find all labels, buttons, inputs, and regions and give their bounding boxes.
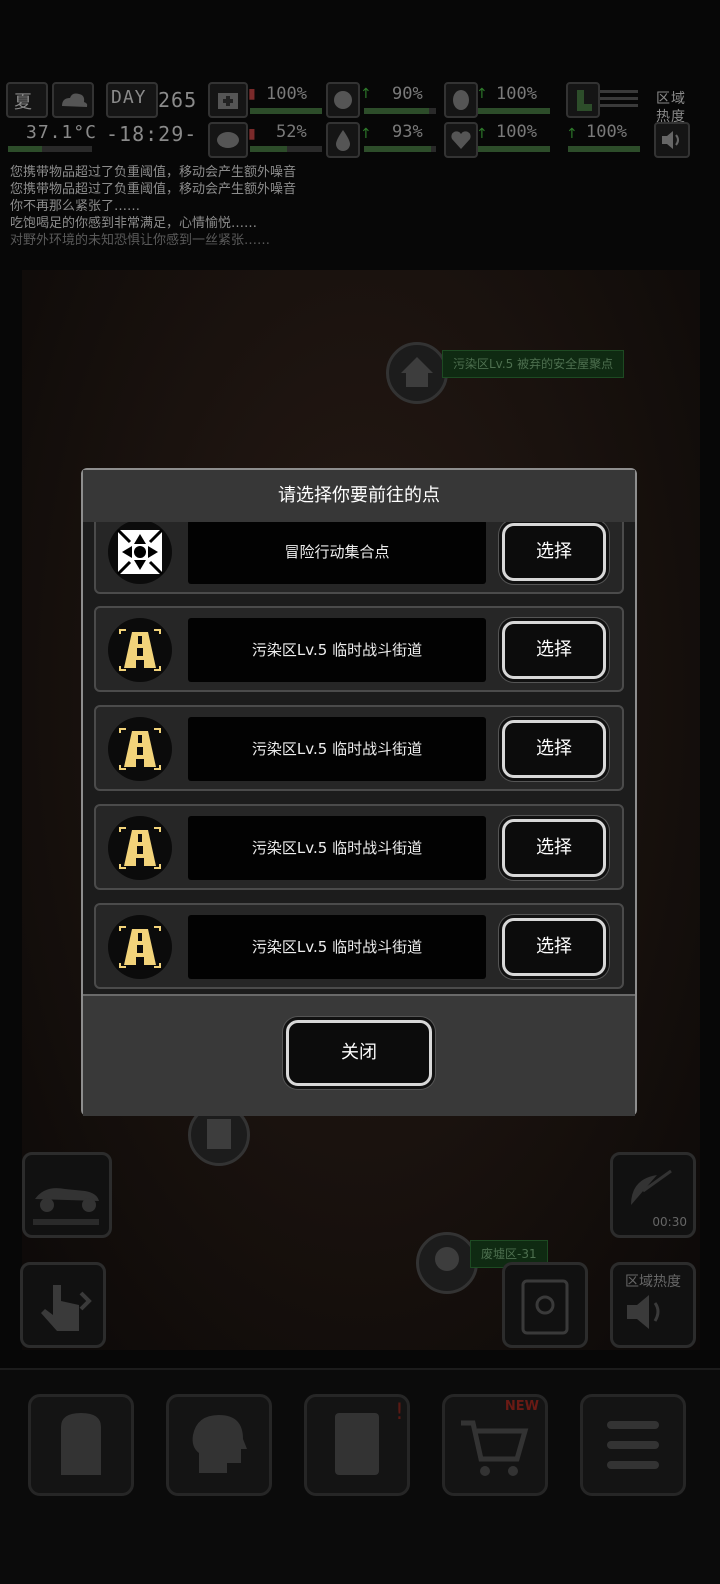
trend-up-icon: ↑ (476, 126, 488, 142)
new-badge: NEW (504, 1399, 539, 1414)
brain-icon (208, 122, 248, 158)
radar-button[interactable]: 00:30 (610, 1152, 696, 1238)
stamina-percent: 100% (586, 122, 627, 142)
region-heat-button-label: 区域热度 (625, 1274, 681, 1290)
destination-list[interactable]: 冒险行动集合点 选择 污染区Lv.5 临时战斗街道 选择 污染区Lv.5 临时战… (83, 522, 635, 994)
log-line: 对野外环境的未知恐惧让你感到一丝紧张…… (10, 233, 271, 248)
destination-name: 冒险行动集合点 (188, 522, 486, 584)
safehouse-pin-label: 污染区Lv.5 被弃的安全屋聚点 (442, 350, 625, 378)
health-bar (250, 108, 322, 114)
season-badge: 夏 (6, 82, 48, 118)
select-button[interactable]: 选择 (502, 819, 606, 877)
trend-down-icon: ▮ (248, 86, 256, 102)
mood-bar (478, 108, 550, 114)
destination-name: 污染区Lv.5 临时战斗街道 (188, 618, 486, 682)
status-hud: 夏 DAY 265 37.1°C -18:29- ▮ 100% ↑ 90% ↑ … (0, 80, 720, 158)
hunger-percent: 90% (392, 84, 423, 104)
log-line: 您携带物品超过了负重阈值，移动会产生额外噪音 (10, 182, 297, 197)
speaker-icon[interactable] (654, 122, 690, 158)
temperature-readout: 37.1°C (26, 122, 98, 143)
trend-up-icon: ↑ (566, 126, 578, 142)
trend-up-icon: ↑ (360, 86, 372, 102)
tap-action-button[interactable] (20, 1262, 106, 1348)
stomach-icon (326, 82, 360, 118)
trend-up-icon: ↑ (476, 86, 488, 102)
menu-button[interactable] (580, 1394, 686, 1496)
bottom-navigation: ! NEW (0, 1368, 720, 1584)
road-icon (108, 618, 172, 682)
destination-row: 污染区Lv.5 临时战斗街道 选择 (94, 705, 624, 791)
mood-icon (444, 82, 478, 118)
boot-icon (566, 82, 600, 118)
mood-percent: 100% (496, 84, 537, 104)
journal-button[interactable]: ! (304, 1394, 410, 1496)
clock-readout: -18:29- (106, 122, 198, 146)
day-label: DAY (111, 87, 147, 108)
destination-name: 污染区Lv.5 临时战斗街道 (188, 915, 486, 979)
sanity-percent: 52% (276, 122, 307, 142)
road-icon (108, 717, 172, 781)
vehicle-button[interactable] (22, 1152, 112, 1238)
trend-down-icon: ▮ (248, 126, 256, 142)
skills-brain-button[interactable] (166, 1394, 272, 1496)
log-line: 您携带物品超过了负重阈值，移动会产生额外噪音 (10, 165, 297, 180)
destination-row: 污染区Lv.5 临时战斗街道 选择 (94, 606, 624, 692)
map-locate-button[interactable] (502, 1262, 588, 1348)
destination-name: 污染区Lv.5 临时战斗街道 (188, 717, 486, 781)
heart-icon (444, 122, 478, 158)
trend-up-icon: ↑ (360, 126, 372, 142)
thirst-bar (364, 146, 436, 152)
dialog-footer: 关闭 (83, 994, 635, 1116)
select-button[interactable]: 选择 (502, 720, 606, 778)
thirst-percent: 93% (392, 122, 423, 142)
player-map-pin[interactable] (416, 1232, 478, 1294)
select-button[interactable]: 选择 (502, 918, 606, 976)
radar-timer: 00:30 (652, 1215, 687, 1229)
destination-row: 污染区Lv.5 临时战斗街道 选择 (94, 903, 624, 989)
temperature-bar (8, 146, 92, 152)
destination-name: 污染区Lv.5 临时战斗街道 (188, 816, 486, 880)
season-text: 夏 (14, 92, 33, 113)
region-heat-label: 区域热度 (656, 91, 686, 125)
safehouse-map-pin[interactable] (386, 342, 448, 404)
hunger-bar (364, 108, 436, 114)
vitality-percent: 100% (496, 122, 537, 142)
water-drop-icon (326, 122, 360, 158)
select-button[interactable]: 选择 (502, 621, 606, 679)
destination-select-dialog: 请选择你要前往的点 冒险行动集合点 选择 污染区Lv.5 临时战斗街道 选择 污… (81, 468, 637, 1116)
health-kit-icon (208, 82, 248, 118)
destination-row: 冒险行动集合点 选择 (94, 522, 624, 594)
message-log: 您携带物品超过了负重阈值，移动会产生额外噪音 您携带物品超过了负重阈值，移动会产… (10, 164, 296, 249)
region-heat-button[interactable]: 区域热度 (610, 1262, 696, 1348)
rally-point-icon (108, 522, 172, 584)
select-button[interactable]: 选择 (502, 523, 606, 581)
svg-text:!: ! (395, 1400, 404, 1425)
dialog-title: 请选择你要前往的点 (83, 470, 635, 524)
weather-icon (52, 82, 94, 118)
log-line: 吃饱喝足的你感到非常满足，心情愉悦…… (10, 216, 258, 231)
close-button[interactable]: 关闭 (286, 1020, 432, 1086)
stamina-bar (568, 146, 640, 152)
road-icon (108, 915, 172, 979)
shop-cart-button[interactable]: NEW (442, 1394, 548, 1496)
destination-row: 污染区Lv.5 临时战斗街道 选择 (94, 804, 624, 890)
health-percent: 100% (266, 84, 307, 104)
sanity-bar (250, 146, 322, 152)
log-line: 你不再那么紧张了…… (10, 199, 141, 214)
day-count: 265 (158, 88, 198, 112)
signal-bars-icon (598, 82, 640, 114)
road-icon (108, 816, 172, 880)
vitality-bar (478, 146, 550, 152)
day-label-box: DAY (106, 82, 158, 118)
backpack-button[interactable] (28, 1394, 134, 1496)
